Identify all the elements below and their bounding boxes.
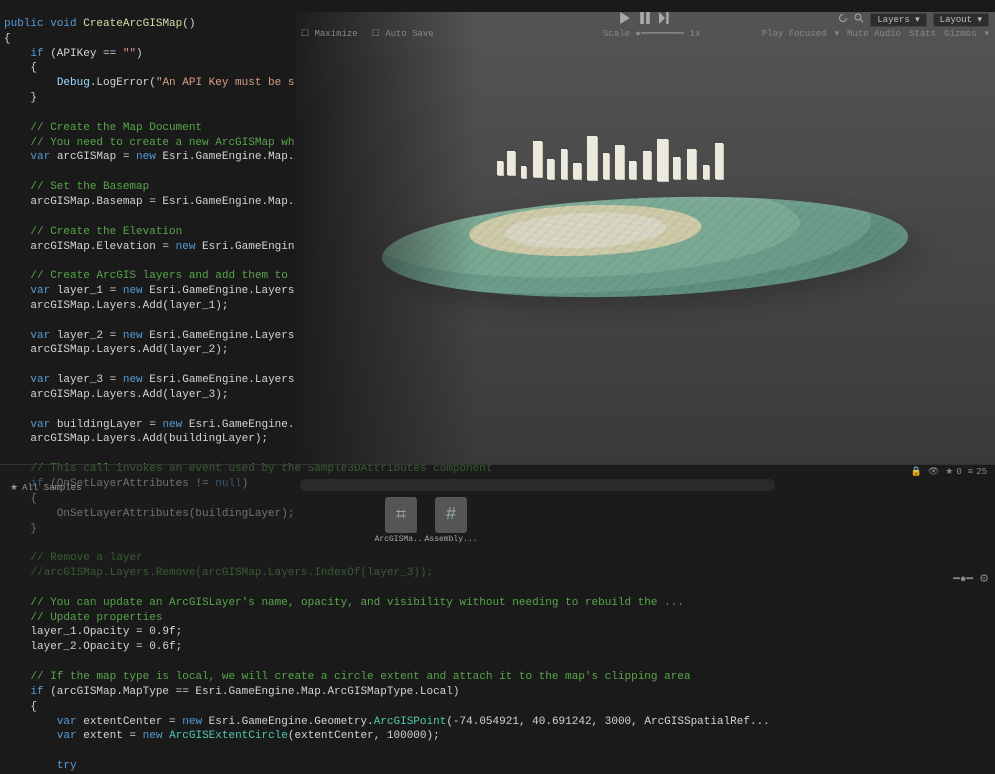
game-viewport[interactable]: Layers ▾ Layout ▾ ☐ Maximize ☐ Auto Save… — [295, 12, 995, 464]
project-toolbar: 🔒 👁 ★ 0 ≡ 25 — [911, 467, 987, 477]
project-panel[interactable]: 🔒 👁 ★ 0 ≡ 25 ★ All Samples ━●━ ⚙ — [0, 464, 995, 590]
pause-icon[interactable] — [639, 12, 651, 27]
refresh-icon[interactable] — [838, 13, 848, 26]
project-search[interactable] — [300, 479, 775, 491]
maximize-label: ☐ Maximize — [301, 29, 358, 39]
asset-grid: ⌗ ArcGISMa... # Assembly... — [382, 497, 470, 544]
layers-dropdown[interactable]: Layers ▾ — [870, 13, 926, 27]
asset-label: ArcGISMa... — [375, 535, 428, 544]
visibility-icon[interactable]: 👁 — [928, 467, 939, 477]
search-icon[interactable] — [854, 13, 864, 26]
city-buildings — [487, 121, 747, 211]
csharp-file-icon: ⌗ — [385, 497, 417, 533]
favorites-breadcrumb[interactable]: ★ All Samples — [10, 483, 82, 493]
autosave-label: ☐ Auto Save — [372, 29, 434, 39]
asset-assembly[interactable]: # Assembly... — [432, 497, 470, 544]
assembly-file-icon: # — [435, 497, 467, 533]
asset-arcgismap[interactable]: ⌗ ArcGISMa... — [382, 497, 420, 544]
play-focused-dropdown[interactable]: Play Focused — [762, 29, 827, 39]
asset-label: Assembly... — [425, 535, 478, 544]
lock-icon[interactable]: 🔒 — [911, 467, 922, 477]
stats-button[interactable]: Stats — [909, 29, 936, 39]
viewport-subtoolbar: ☐ Maximize ☐ Auto Save Scale ●━━━━━━━━ 1… — [295, 27, 995, 41]
slider-icon[interactable]: ━●━ — [953, 572, 973, 586]
scale-slider[interactable]: Scale ●━━━━━━━━ 1x — [603, 29, 700, 39]
star-icon[interactable]: ★ 0 — [945, 467, 961, 477]
mute-audio-button[interactable]: Mute Audio — [847, 29, 901, 39]
layout-dropdown[interactable]: Layout ▾ — [933, 13, 989, 27]
play-icon[interactable] — [619, 12, 631, 27]
gizmos-dropdown[interactable]: Gizmos — [944, 29, 976, 39]
settings-icon[interactable]: ⚙ — [979, 572, 989, 586]
viewport-toolbar: Layers ▾ Layout ▾ — [295, 12, 995, 27]
step-icon[interactable] — [659, 12, 671, 27]
layers-count: ≡ 25 — [968, 467, 987, 477]
